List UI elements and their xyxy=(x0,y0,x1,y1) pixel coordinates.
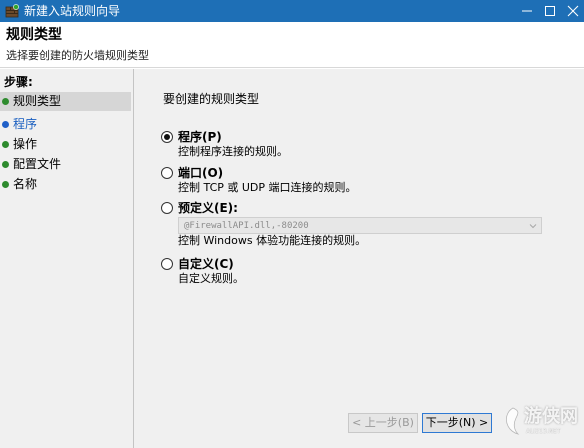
step-label: 操作 xyxy=(13,137,38,151)
ali213-logo-icon xyxy=(506,407,520,435)
watermark-subtext: ALI213.NET xyxy=(526,428,561,435)
step-label: 名称 xyxy=(13,177,38,191)
step-name[interactable]: 名称 xyxy=(0,175,131,194)
watermark-text: 游侠网 xyxy=(524,406,578,427)
next-button[interactable]: 下一步(N) > xyxy=(422,413,492,433)
steps-panel: 步骤: 规则类型 程序 操作 配置文件 名称 xyxy=(0,69,134,448)
window-title: 新建入站规则向导 xyxy=(24,4,121,18)
option-label[interactable]: 自定义(C) xyxy=(178,257,234,271)
step-current-icon xyxy=(2,121,9,128)
option-label[interactable]: 预定义(E): xyxy=(178,201,238,215)
wizard-header: 规则类型 选择要创建的防火墙规则类型 xyxy=(0,22,584,68)
title-bar: 新建入站规则向导 xyxy=(0,0,584,22)
firewall-app-icon xyxy=(5,4,19,18)
option-description: 控制程序连接的规则。 xyxy=(178,145,288,158)
radio-program[interactable] xyxy=(161,131,173,143)
predefined-dropdown[interactable]: @FirewallAPI.dll,-80200 xyxy=(178,217,542,234)
back-button[interactable]: < 上一步(B) xyxy=(348,413,418,433)
step-pending-icon xyxy=(2,181,9,188)
option-description: 控制 Windows 体验功能连接的规则。 xyxy=(178,234,367,247)
rule-type-question: 要创建的规则类型 xyxy=(163,92,260,106)
watermark: 游侠网 ALI213.NET xyxy=(502,404,578,438)
step-action[interactable]: 操作 xyxy=(0,135,131,154)
step-pending-icon xyxy=(2,161,9,168)
main-content: 要创建的规则类型 程序(P) 控制程序连接的规则。 端口(O) 控制 TCP 或… xyxy=(135,69,584,448)
predefined-dropdown-value: @FirewallAPI.dll,-80200 xyxy=(184,221,309,231)
steps-heading: 步骤: xyxy=(4,75,33,89)
step-pending-icon xyxy=(2,141,9,148)
chevron-down-icon xyxy=(529,224,537,229)
option-label[interactable]: 端口(O) xyxy=(178,166,223,180)
option-label[interactable]: 程序(P) xyxy=(178,130,222,144)
page-subtitle: 选择要创建的防火墙规则类型 xyxy=(6,49,149,62)
step-label: 规则类型 xyxy=(13,94,62,108)
maximize-icon[interactable] xyxy=(539,0,561,22)
step-program[interactable]: 程序 xyxy=(0,115,131,134)
step-rule-type[interactable]: 规则类型 xyxy=(0,92,131,111)
page-title: 规则类型 xyxy=(6,27,62,43)
radio-port[interactable] xyxy=(161,167,173,179)
step-label: 程序 xyxy=(13,117,38,131)
radio-custom[interactable] xyxy=(161,258,173,270)
option-description: 自定义规则。 xyxy=(178,272,244,285)
radio-predefined[interactable] xyxy=(161,202,173,214)
step-label: 配置文件 xyxy=(13,157,62,171)
step-profile[interactable]: 配置文件 xyxy=(0,155,131,174)
step-done-icon xyxy=(2,98,9,105)
minimize-icon[interactable] xyxy=(516,0,538,22)
close-icon[interactable] xyxy=(562,0,584,22)
option-description: 控制 TCP 或 UDP 端口连接的规则。 xyxy=(178,181,357,194)
